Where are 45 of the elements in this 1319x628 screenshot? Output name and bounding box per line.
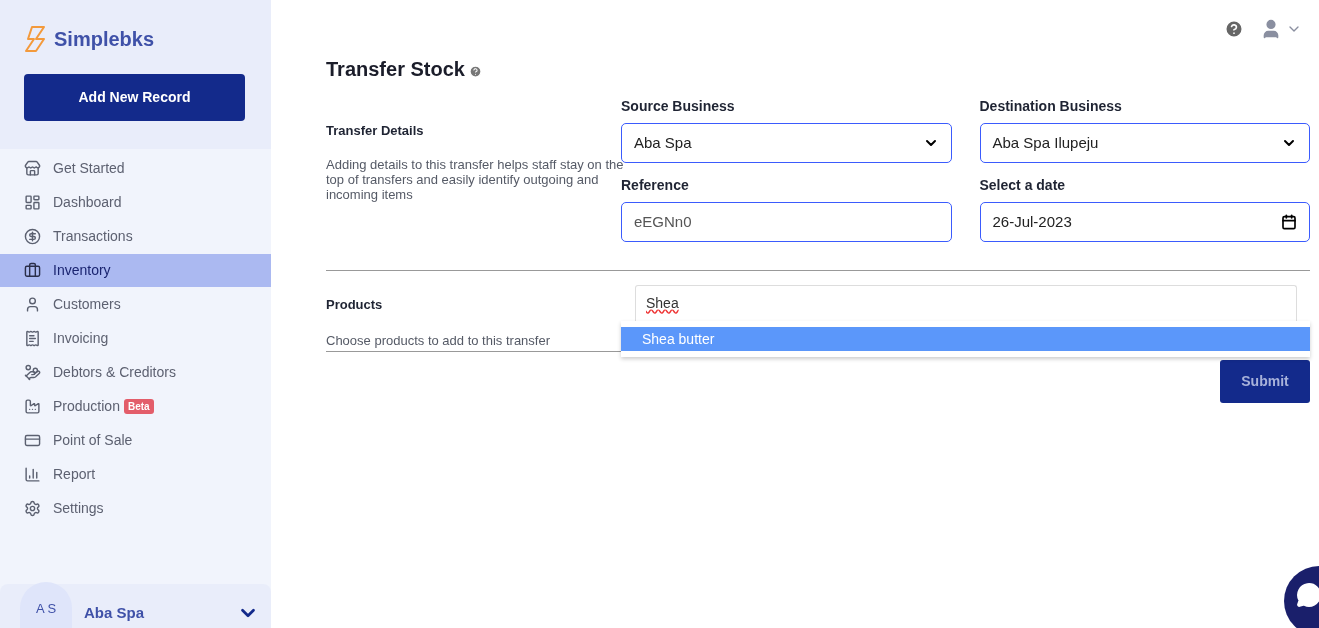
bar-chart-icon (24, 465, 41, 483)
submit-button[interactable]: Submit (1220, 360, 1310, 403)
avatar: A S (20, 582, 72, 628)
help-icon[interactable] (1224, 19, 1244, 39)
beta-badge: Beta (123, 398, 154, 414)
coin-icon (24, 227, 41, 245)
select-field[interactable]: Aba Spa (621, 123, 952, 163)
sidebar-item[interactable]: Inventory (0, 253, 271, 287)
account-name: Aba Spa (84, 602, 144, 623)
calendar-icon (1281, 214, 1297, 230)
sidebar-item[interactable]: Dashboard (0, 185, 271, 219)
field-label: Select a date (979, 176, 1067, 195)
chat-icon (1296, 582, 1319, 608)
help-icon[interactable] (468, 64, 482, 78)
logo-icon (24, 25, 48, 53)
store-icon (24, 159, 41, 177)
briefcase-icon (24, 261, 41, 279)
sidebar-item[interactable]: Transactions (0, 219, 271, 253)
input-field[interactable]: eEGNn0 (621, 202, 952, 242)
field-label: Reference (621, 176, 690, 195)
sidebar-item[interactable]: Point of Sale (0, 423, 271, 457)
field-label: Destination Business (979, 97, 1123, 116)
sidebar-item[interactable]: Report (0, 457, 271, 491)
section-description: Choose products to add to this transfer (326, 331, 551, 350)
sidebar-item[interactable]: Invoicing (0, 321, 271, 355)
field-label: Source Business (621, 97, 736, 116)
sidebar-item[interactable]: Get Started (0, 151, 271, 185)
sidebar-item[interactable]: Customers (0, 287, 271, 321)
factory-icon (24, 397, 41, 415)
sidebar-item[interactable]: Debtors & Creditors (0, 355, 271, 389)
settings-icon (24, 499, 41, 517)
sidebar-item[interactable]: Settings (0, 491, 271, 525)
brand-name: Simplebks (54, 27, 155, 52)
section-heading: Products (326, 296, 384, 314)
sidebar-item[interactable]: Production Beta (0, 389, 271, 423)
section-heading: Transfer Details (326, 122, 425, 140)
receipt-icon (24, 329, 41, 347)
add-record-button[interactable]: Add New Record (24, 74, 245, 121)
coins-hand-icon (24, 363, 41, 381)
user-icon (24, 295, 41, 313)
account-bar[interactable]: A S Aba Spa (0, 584, 271, 628)
dashboard-icon (24, 193, 41, 211)
page-title: Transfer Stock (326, 57, 465, 82)
select-field[interactable]: Aba Spa Ilupeju (979, 123, 1310, 163)
date-field[interactable]: 26-Jul-2023 (979, 202, 1310, 242)
